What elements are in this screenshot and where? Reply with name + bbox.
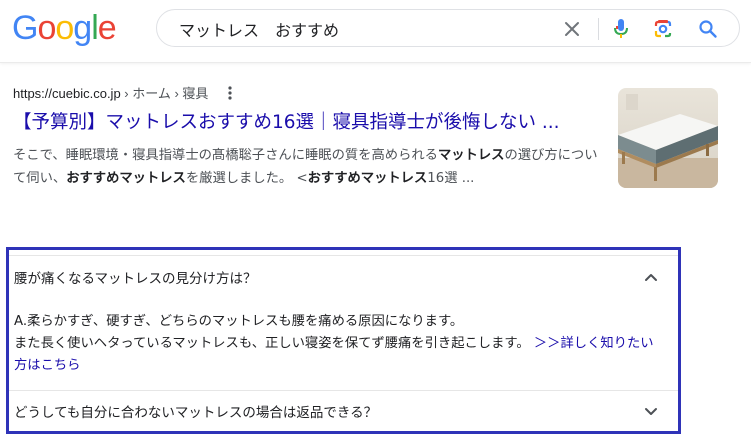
snippet-keyword: おすすめマットレス	[66, 171, 186, 186]
logo-letter: G	[12, 9, 38, 47]
microphone-icon[interactable]	[608, 16, 634, 42]
result-breadcrumb: › ホーム › 寝具	[120, 86, 209, 101]
close-icon[interactable]	[559, 16, 585, 42]
logo-letter: e	[97, 9, 117, 47]
faq-highlight-box: 腰が痛くなるマットレスの見分け方は？ A.柔らかすぎ、硬すぎ、どちらのマットレス…	[6, 247, 681, 434]
faq-question-text: どうしても自分に合わないマットレスの場合は返品できる？	[14, 405, 378, 421]
logo-letter: o	[55, 9, 74, 47]
search-icon[interactable]	[695, 16, 721, 42]
snippet-text: 16選 ...	[427, 171, 475, 186]
logo-letter: o	[37, 9, 56, 47]
snippet-text: そこで、睡眠環境・寝具指導士の髙橋聡子さんに睡眠の質を高められる	[13, 148, 438, 163]
google-logo[interactable]: Google	[12, 8, 117, 48]
faq-question-1[interactable]: 腰が痛くなるマットレスの見分け方は？	[9, 257, 678, 297]
search-result: https://cuebic.co.jp › ホーム › 寝具 【予算別】マット…	[13, 84, 608, 190]
result-title-link[interactable]: 【予算別】マットレスおすすめ16選｜寝具指導士が後悔しない ...	[13, 109, 608, 136]
more-vert-icon[interactable]	[228, 85, 232, 100]
camera-lens-icon[interactable]	[650, 16, 676, 42]
snippet-keyword: おすすめマットレス	[307, 171, 428, 186]
search-input[interactable]	[179, 18, 559, 40]
result-thumbnail[interactable]	[618, 88, 718, 188]
faq-answer-1: A.柔らかすぎ、硬すぎ、どちらのマットレスも腰を痛める原因になります。 また長く…	[14, 311, 664, 377]
logo-letter: g	[73, 9, 92, 47]
faq-question-2[interactable]: どうしても自分に合わないマットレスの場合は返品できる？	[9, 391, 678, 431]
search-header: Google	[0, 0, 751, 63]
faq-answer-line: A.柔らかすぎ、硬すぎ、どちらのマットレスも腰を痛める原因になります。	[14, 314, 464, 329]
chevron-up-icon[interactable]	[643, 269, 659, 285]
faq-top-divider	[9, 255, 678, 256]
result-citation[interactable]: https://cuebic.co.jp › ホーム › 寝具	[13, 84, 608, 104]
faq-answer-line: また長く使いヘタっているマットレスも、正しい寝姿を保てず腰痛を引き起こします。 …	[14, 333, 664, 377]
result-url[interactable]: https://cuebic.co.jp	[13, 86, 121, 101]
search-divider	[598, 18, 599, 40]
faq-answer-text: また長く使いヘタっているマットレスも、正しい寝姿を保てず腰痛を引き起こします。	[14, 336, 530, 351]
chevron-down-icon[interactable]	[643, 403, 659, 419]
search-box[interactable]	[156, 9, 740, 47]
snippet-text: を厳選しました。 <	[185, 171, 308, 186]
faq-question-text: 腰が痛くなるマットレスの見分け方は？	[14, 271, 257, 287]
snippet-keyword: マットレス	[437, 148, 505, 163]
result-snippet: そこで、睡眠環境・寝具指導士の髙橋聡子さんに睡眠の質を高められるマットレスの選び…	[13, 144, 603, 190]
